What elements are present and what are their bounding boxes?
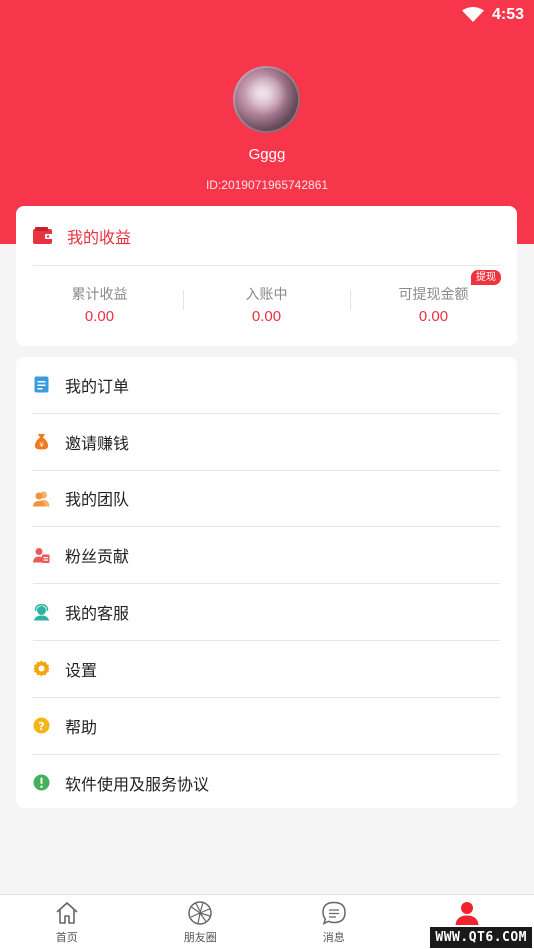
- tab-label: 朋友圈: [183, 931, 217, 944]
- stat-value: 0.00: [418, 308, 449, 325]
- menu-label: 粉丝贡献: [65, 547, 130, 567]
- menu-item-invite[interactable]: ¥ 邀请赚钱: [33, 414, 500, 471]
- menu-label: 设置: [65, 660, 98, 680]
- menu-item-agreement[interactable]: 软件使用及服务协议: [33, 755, 500, 812]
- message-icon: [321, 901, 346, 925]
- tab-label: 消息: [322, 931, 345, 944]
- menu-label: 帮助: [65, 717, 98, 737]
- stat-withdrawable[interactable]: 可提现金额 0.00: [350, 276, 517, 336]
- menu-item-settings[interactable]: 设置: [33, 641, 500, 698]
- menu-label: 我的团队: [65, 490, 130, 510]
- svg-text:¥: ¥: [39, 441, 44, 449]
- stat-pending: 入账中 0.00: [183, 276, 350, 336]
- customer-service-icon: [34, 603, 49, 621]
- home-icon: [56, 902, 78, 924]
- menu-label: 软件使用及服务协议: [65, 774, 210, 794]
- menu-label: 我的客服: [65, 604, 130, 624]
- stat-label: 可提现金额: [398, 287, 469, 303]
- tab-messages[interactable]: 消息: [267, 895, 401, 949]
- info-icon: [33, 774, 50, 791]
- status-bar: 4:53: [461, 4, 524, 26]
- wallet-icon: [33, 226, 53, 244]
- tab-label: 首页: [55, 931, 78, 944]
- fans-icon: [33, 547, 50, 563]
- svg-text:?: ?: [38, 720, 44, 733]
- earnings-card: 我的收益 提现 累计收益 0.00 入账中 0.00 可提现金额 0.00: [16, 206, 517, 346]
- tab-moments[interactable]: 朋友圈: [134, 895, 268, 949]
- menu-item-customer-service[interactable]: 我的客服: [33, 584, 500, 641]
- menu-item-team[interactable]: 我的团队: [33, 471, 500, 528]
- profile-icon: [455, 902, 479, 925]
- order-icon: [34, 376, 49, 393]
- stat-value: 0.00: [84, 308, 115, 325]
- username: Gggg: [248, 146, 286, 163]
- status-time: 4:53: [491, 6, 524, 23]
- menu-list: 我的订单 ¥ 邀请赚钱 我的团队 粉丝贡献 我的客服 设置 ? 帮助 软件使用及…: [16, 357, 517, 808]
- menu-label: 我的订单: [65, 376, 130, 396]
- user-id: ID:2019071965742861: [205, 178, 329, 192]
- menu-item-fans[interactable]: 粉丝贡献: [33, 527, 500, 585]
- wifi-icon: [461, 7, 484, 22]
- earnings-header[interactable]: 我的收益: [33, 206, 500, 266]
- avatar[interactable]: [233, 66, 300, 133]
- tab-home[interactable]: 首页: [0, 895, 134, 949]
- team-icon: [33, 491, 50, 507]
- earnings-stats: 累计收益 0.00 入账中 0.00 可提现金额 0.00: [16, 276, 517, 336]
- stat-total-earnings: 累计收益 0.00: [16, 276, 183, 336]
- menu-label: 邀请赚钱: [65, 433, 130, 453]
- menu-item-help[interactable]: ? 帮助: [33, 698, 500, 755]
- stat-label: 累计收益: [71, 287, 128, 303]
- money-bag-icon: ¥: [34, 434, 49, 450]
- stat-label: 入账中: [245, 287, 288, 303]
- watermark: WWW.QT6.COM: [430, 927, 532, 948]
- aperture-icon: [188, 901, 212, 925]
- menu-item-orders[interactable]: 我的订单: [33, 357, 500, 414]
- earnings-title: 我的收益: [67, 227, 132, 247]
- help-icon: ?: [33, 717, 50, 734]
- gear-icon: [33, 660, 50, 677]
- stat-value: 0.00: [251, 308, 282, 325]
